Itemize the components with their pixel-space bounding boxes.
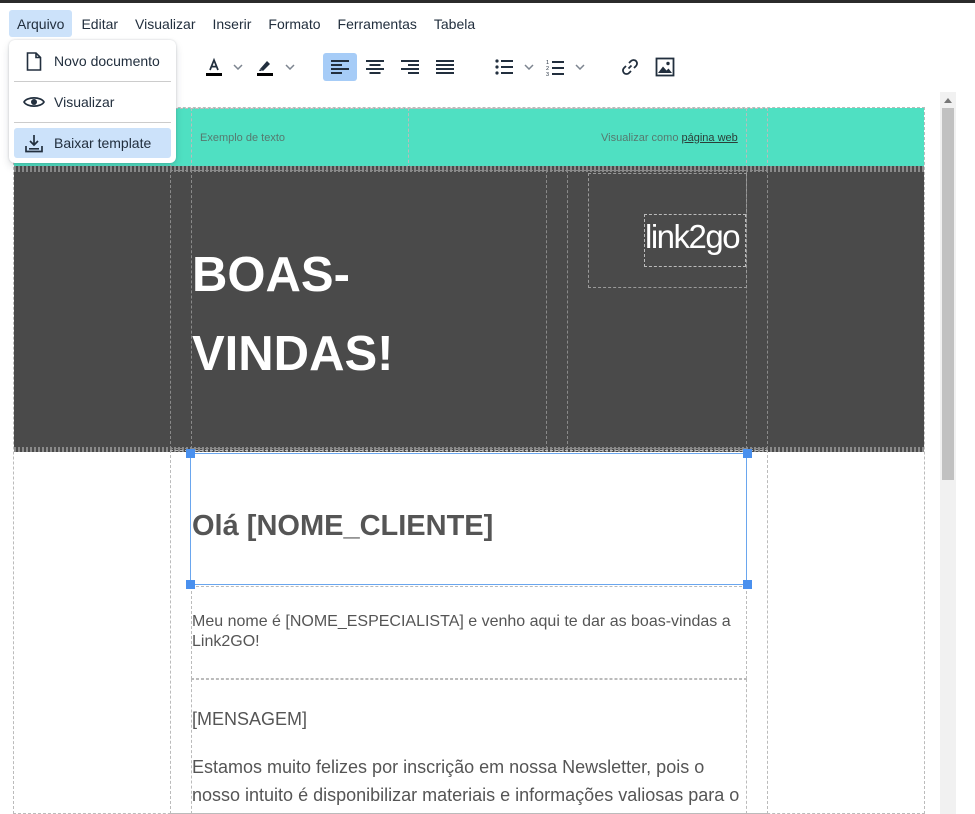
chevron-down-icon [575, 64, 585, 70]
file-menu-dropdown: Novo documento Visualizar Baixar templat… [9, 40, 176, 163]
scroll-up-arrow[interactable] [941, 94, 955, 106]
resize-handle-br[interactable] [743, 580, 752, 589]
align-left-icon [331, 60, 349, 74]
menu-formato[interactable]: Formato [260, 10, 328, 37]
greeting-heading[interactable]: Olá [NOME_CLIENTE] [192, 510, 493, 543]
numbered-list-icon: 1 2 3 [546, 60, 564, 76]
numbered-list-button[interactable]: 1 2 3 [543, 53, 567, 81]
align-center-icon [366, 60, 384, 74]
view-as-webpage: Visualizar como página web [601, 132, 738, 144]
svg-text:3: 3 [546, 72, 549, 76]
chevron-down-icon [285, 64, 295, 70]
hero-title-line1: BOAS- [192, 248, 350, 302]
download-icon [14, 134, 54, 153]
menubar: Arquivo Editar Visualizar Inserir Format… [0, 3, 975, 43]
menu-separator [14, 81, 171, 82]
chevron-down-icon [233, 64, 243, 70]
align-left-button[interactable] [323, 53, 357, 81]
highlight-dropdown[interactable] [283, 53, 297, 81]
link-icon [622, 59, 638, 75]
align-right-icon [401, 60, 419, 74]
hero-title-line2: VINDAS! [192, 327, 394, 381]
menu-visualizar[interactable]: Visualizar [127, 10, 203, 37]
text-color-dropdown[interactable] [231, 53, 245, 81]
logo-text: link2go [645, 218, 739, 255]
intro-paragraph[interactable]: Meu nome é [NOME_ESPECIALISTA] e venho a… [192, 612, 742, 652]
menu-inserir[interactable]: Inserir [204, 10, 259, 37]
editor-app: Arquivo Editar Visualizar Inserir Format… [0, 0, 975, 814]
menu-item-download-template[interactable]: Baixar template [14, 128, 171, 158]
resize-handle-tl[interactable] [186, 449, 195, 458]
menu-editar[interactable]: Editar [73, 10, 126, 37]
message-placeholder[interactable]: [MENSAGEM] [192, 709, 307, 730]
webpage-link[interactable]: página web [682, 132, 738, 144]
insert-image-button[interactable] [652, 53, 678, 81]
highlight-icon [257, 61, 273, 76]
body-paragraph[interactable]: Estamos muito felizes por inscrição em n… [192, 753, 744, 809]
text-color-icon [206, 57, 222, 76]
text-color-button[interactable] [202, 53, 226, 81]
resize-handle-bl[interactable] [186, 580, 195, 589]
align-right-button[interactable] [395, 53, 425, 81]
scrollbar-thumb[interactable] [942, 108, 954, 480]
bullet-list-icon [495, 59, 513, 75]
resize-handle-tr[interactable] [743, 449, 752, 458]
chevron-down-icon [524, 64, 534, 70]
menu-item-label: Baixar template [54, 135, 152, 151]
menu-separator [14, 122, 171, 123]
menu-arquivo[interactable]: Arquivo [9, 9, 73, 37]
menu-item-preview[interactable]: Visualizar [14, 87, 171, 117]
bullet-list-button[interactable] [492, 53, 516, 81]
image-icon [655, 57, 675, 77]
menu-tabela[interactable]: Tabela [426, 10, 483, 37]
view-as-prefix: Visualizar como [601, 132, 682, 144]
link2go-logo: link2go [645, 218, 741, 255]
hero-title: BOAS- VINDAS! [192, 236, 532, 394]
insert-link-button[interactable] [617, 53, 643, 81]
menu-item-label: Visualizar [54, 94, 115, 110]
align-justify-button[interactable] [430, 53, 460, 81]
numbered-list-dropdown[interactable] [573, 53, 587, 81]
scroll-up-icon [944, 98, 952, 103]
menu-ferramentas[interactable]: Ferramentas [330, 10, 425, 37]
align-justify-icon [436, 60, 454, 74]
eye-icon [14, 95, 54, 109]
align-center-button[interactable] [360, 53, 390, 81]
bullet-list-dropdown[interactable] [522, 53, 536, 81]
preheader-text: Exemplo de texto [200, 132, 285, 144]
menu-item-new-document[interactable]: Novo documento [14, 46, 171, 76]
highlight-button[interactable] [253, 53, 277, 81]
menu-item-label: Novo documento [54, 53, 160, 69]
new-document-icon [14, 51, 54, 71]
